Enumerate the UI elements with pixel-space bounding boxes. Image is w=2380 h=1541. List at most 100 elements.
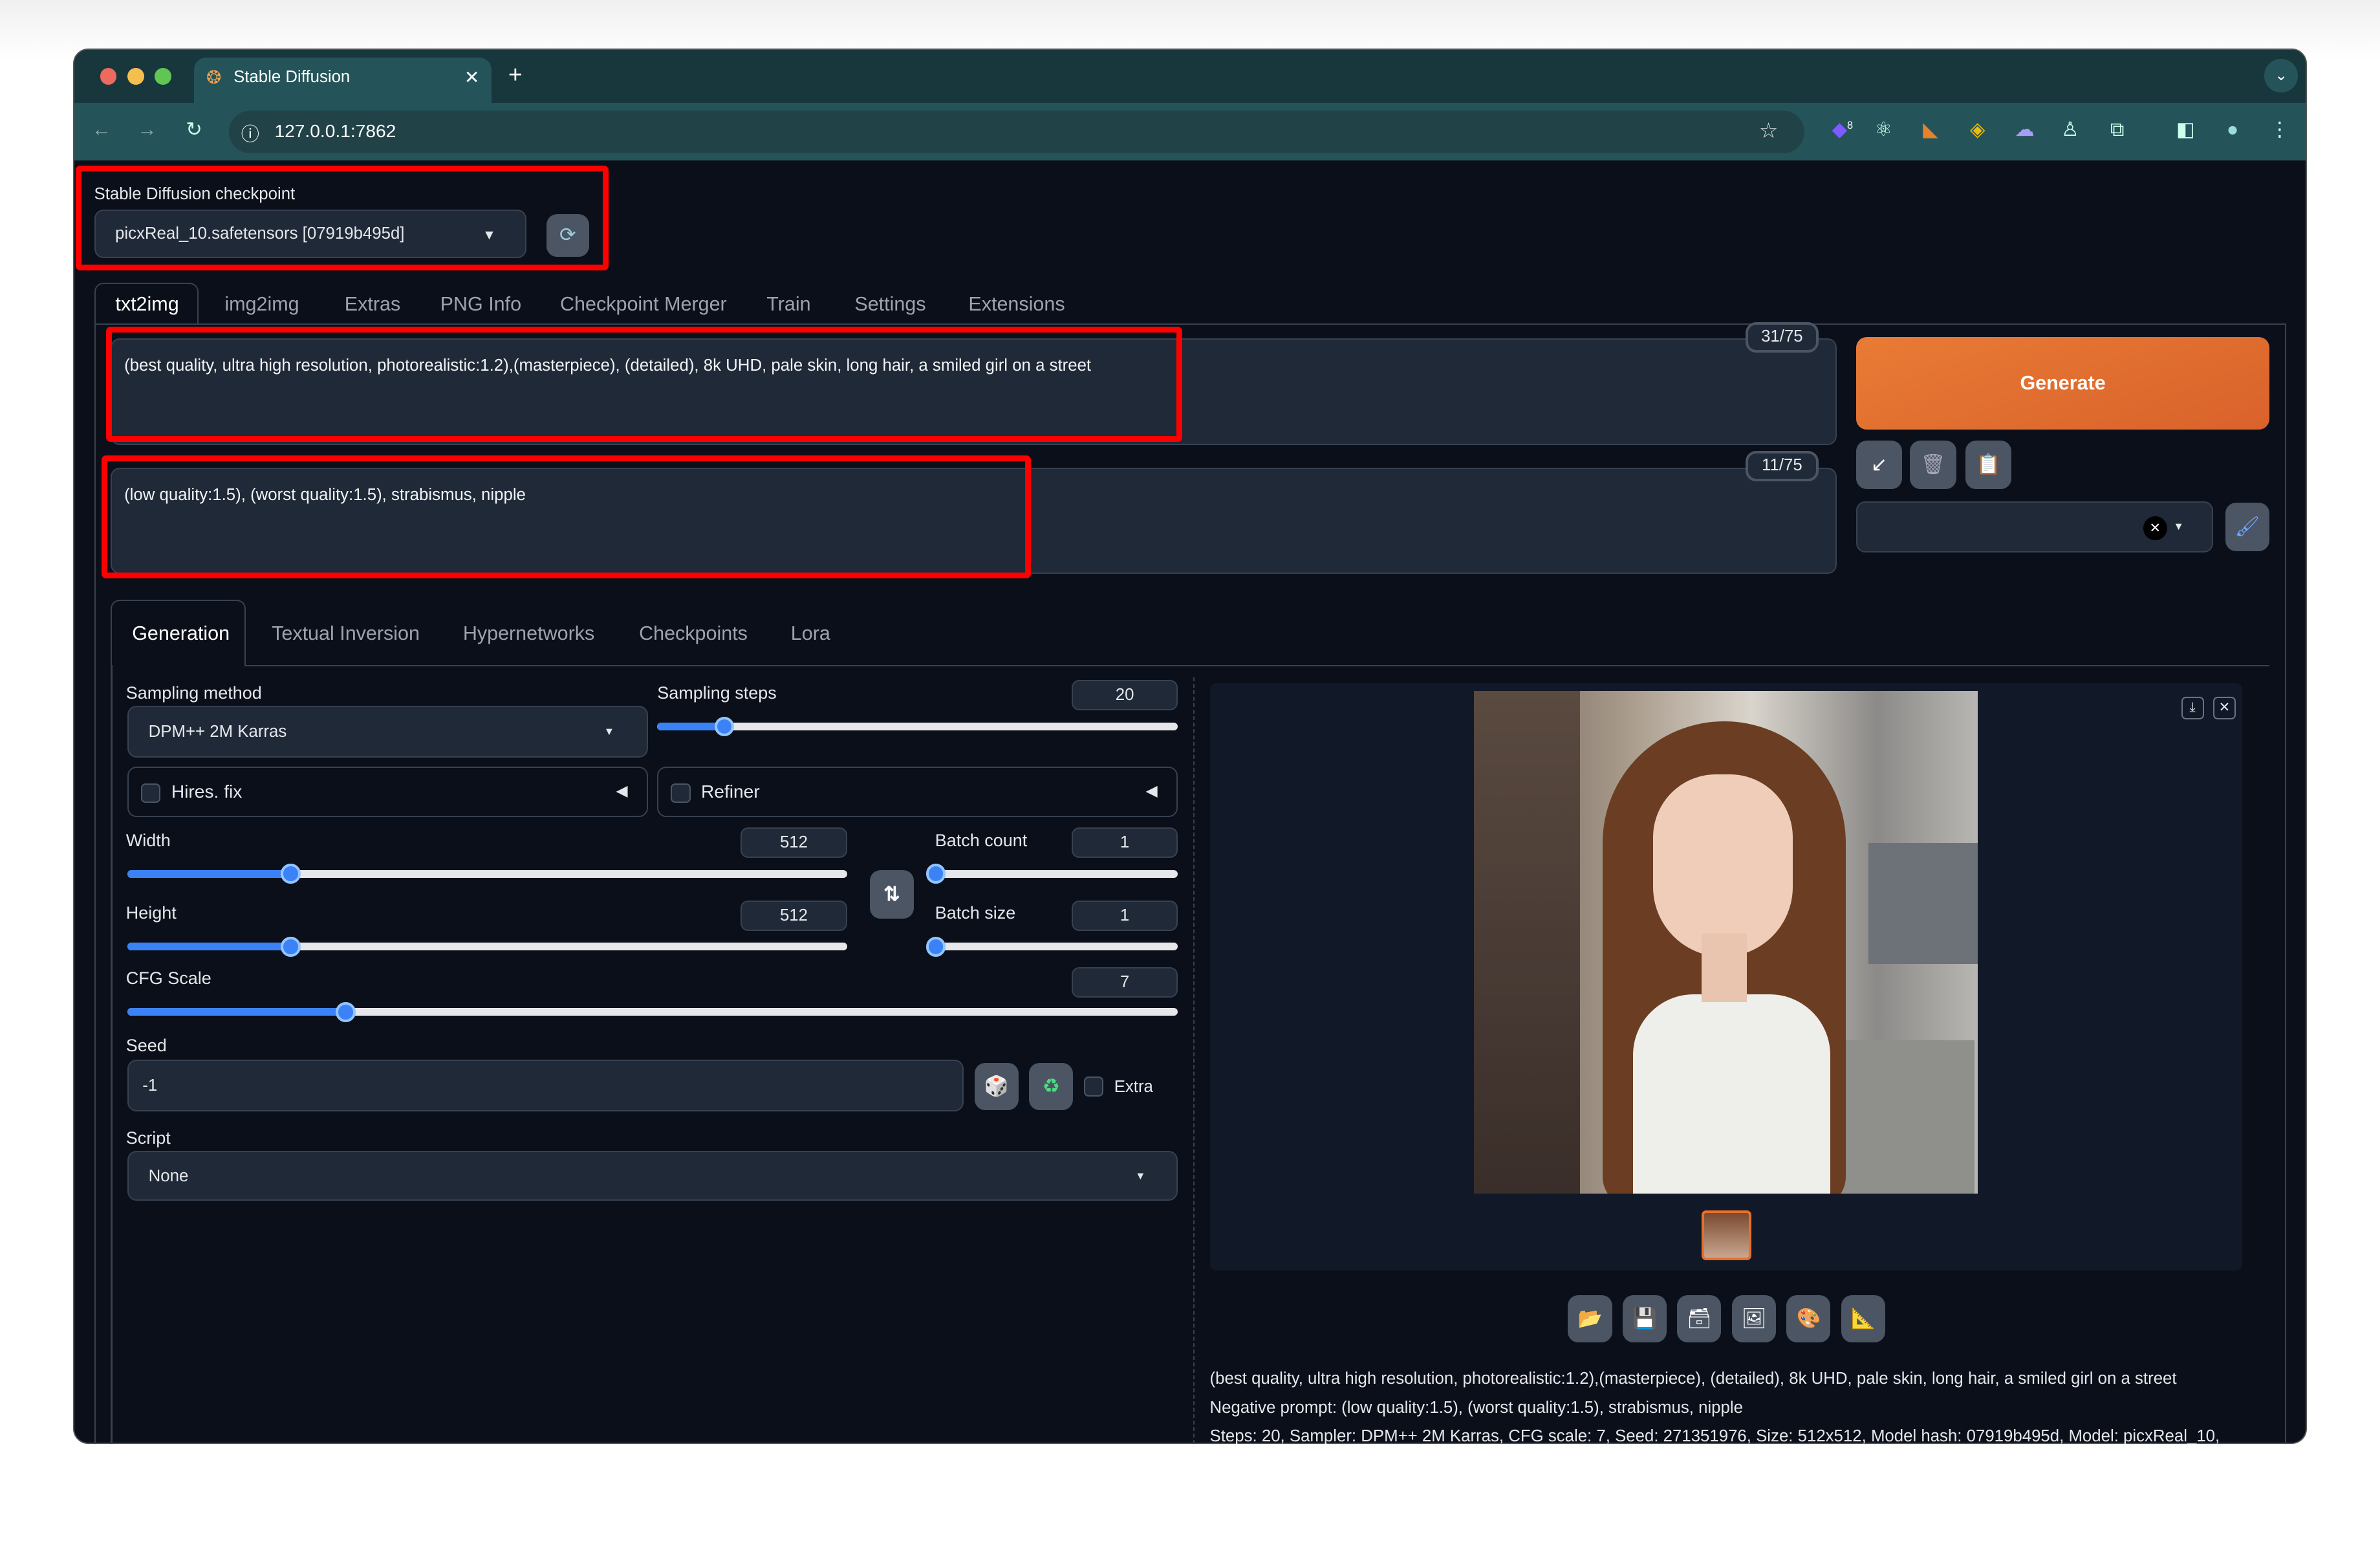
url-text: 127.0.0.1:7862: [274, 121, 396, 142]
clear-styles-icon[interactable]: ✕: [2143, 516, 2168, 541]
close-window-button[interactable]: [100, 68, 117, 85]
save-button[interactable]: 💾: [1622, 1295, 1667, 1342]
slider-thumb[interactable]: [281, 937, 301, 957]
tab-png-info[interactable]: PNG Info: [440, 293, 521, 316]
browser-menu-icon[interactable]: ⋮: [2266, 118, 2293, 141]
send-to-img2img-button[interactable]: 🖼: [1731, 1295, 1776, 1342]
slider-thumb[interactable]: [281, 864, 301, 884]
cfg-scale-label: CFG Scale: [125, 968, 211, 989]
site-info-icon[interactable]: ⓘ: [241, 120, 259, 146]
dice-icon: 🎲: [984, 1075, 1009, 1097]
slider-thumb[interactable]: [925, 864, 946, 884]
divider: [246, 664, 2269, 667]
floppy-disk-icon: 💾: [1632, 1307, 1657, 1329]
refiner-accordion[interactable]: Refiner ◀: [657, 767, 1178, 817]
forward-icon[interactable]: →: [133, 118, 160, 141]
browser-tab[interactable]: ❂ Stable Diffusion ✕: [194, 57, 492, 104]
address-bar[interactable]: ⓘ 127.0.0.1:7862 ☆: [229, 110, 1805, 153]
extension-person-icon[interactable]: ♙: [2057, 118, 2084, 141]
batch-count-input[interactable]: 1: [1071, 827, 1178, 858]
ghost-extension-icon[interactable]: ☁: [2011, 118, 2038, 141]
generate-button[interactable]: Generate: [1856, 337, 2269, 430]
tab-settings[interactable]: Settings: [854, 293, 925, 316]
sampling-method-value: DPM++ 2M Karras: [148, 722, 287, 741]
styles-dropdown[interactable]: ✕ ▼: [1856, 501, 2213, 553]
random-seed-button[interactable]: 🎲: [974, 1062, 1019, 1110]
reload-icon[interactable]: ↻: [180, 118, 208, 141]
checkpoint-label: Stable Diffusion checkpoint: [94, 185, 296, 204]
subtab-checkpoints[interactable]: Checkpoints: [639, 622, 748, 645]
close-preview-icon[interactable]: ✕: [2212, 697, 2236, 720]
edit-styles-button[interactable]: 🖌: [2225, 502, 2269, 551]
refiner-checkbox[interactable]: [671, 783, 691, 803]
new-tab-icon[interactable]: +: [508, 61, 523, 89]
hires-fix-checkbox[interactable]: [140, 783, 161, 803]
zip-button[interactable]: 🗃: [1677, 1295, 1722, 1342]
chevron-down-icon: ▼: [482, 227, 496, 243]
generated-image[interactable]: [1473, 690, 1978, 1194]
tab-img2img[interactable]: img2img: [224, 293, 299, 316]
gallery-thumbnail[interactable]: [1701, 1210, 1752, 1260]
palette-icon: 🎨: [1796, 1307, 1821, 1329]
apply-style-button[interactable]: 📋: [1965, 440, 2011, 489]
width-slider[interactable]: [127, 864, 847, 884]
subtab-hypernetworks[interactable]: Hypernetworks: [463, 622, 594, 645]
extension-atom-icon[interactable]: ⚛: [1870, 118, 1897, 141]
send-to-extras-button[interactable]: 📐: [1841, 1295, 1885, 1342]
sampling-steps-slider[interactable]: [657, 716, 1178, 737]
script-dropdown[interactable]: None ▼: [127, 1151, 1178, 1201]
refresh-checkpoint-button[interactable]: ⟳: [546, 213, 589, 257]
slider-thumb[interactable]: [925, 937, 946, 957]
download-icon[interactable]: ⤓: [2181, 697, 2204, 720]
swap-arrows-icon: ⇅: [883, 882, 900, 905]
extension-badge-icon[interactable]: ◆8: [1829, 118, 1856, 141]
height-input[interactable]: 512: [741, 900, 847, 931]
tab-txt2img[interactable]: txt2img: [115, 293, 178, 316]
divider: [111, 664, 113, 1444]
sampling-method-dropdown[interactable]: DPM++ 2M Karras ▼: [127, 706, 649, 758]
minimize-window-button[interactable]: [127, 68, 144, 85]
tab-extensions[interactable]: Extensions: [968, 293, 1065, 316]
checkpoint-dropdown[interactable]: picxReal_10.safetensors [07919b495d] ▼: [94, 209, 527, 258]
close-tab-icon[interactable]: ✕: [464, 67, 480, 88]
output-negative-prompt-text: Negative prompt: (low quality:1.5), (wor…: [1209, 1398, 1743, 1417]
batch-size-input[interactable]: 1: [1071, 900, 1178, 931]
reuse-seed-button[interactable]: ♻: [1029, 1062, 1074, 1110]
chevron-down-icon: ▼: [2173, 520, 2184, 532]
extensions-puzzle-icon[interactable]: ⧉: [2104, 118, 2131, 142]
sampling-steps-input[interactable]: 20: [1071, 680, 1178, 711]
batch-count-slider[interactable]: [925, 864, 1178, 884]
seed-input[interactable]: -1: [127, 1060, 964, 1111]
profile-avatar-icon[interactable]: ●: [2219, 118, 2246, 141]
batch-size-slider[interactable]: [925, 937, 1178, 957]
height-slider[interactable]: [127, 937, 847, 957]
subtab-generation[interactable]: Generation: [132, 622, 230, 645]
seed-label: Seed: [125, 1035, 167, 1055]
bookmark-star-icon[interactable]: ☆: [1759, 118, 1778, 143]
send-to-inpaint-button[interactable]: 🎨: [1786, 1295, 1831, 1342]
cfg-scale-input[interactable]: 7: [1071, 967, 1178, 998]
hires-fix-accordion[interactable]: Hires. fix ◀: [127, 767, 649, 817]
open-folder-button[interactable]: 📂: [1568, 1295, 1612, 1342]
clear-prompt-button[interactable]: 🗑: [1909, 440, 1957, 489]
subtab-textual-inversion[interactable]: Textual Inversion: [272, 622, 420, 645]
read-generation-params-button[interactable]: ↙: [1856, 440, 1902, 489]
extra-seed-checkbox[interactable]: [1083, 1077, 1104, 1097]
binance-wallet-icon[interactable]: ◈: [1964, 118, 1991, 141]
tab-title: Stable Diffusion: [233, 68, 351, 87]
width-input[interactable]: 512: [741, 827, 847, 858]
tab-search-chevron-icon[interactable]: ⌄: [2264, 59, 2298, 93]
batch-size-label: Batch size: [935, 903, 1016, 923]
cfg-scale-slider[interactable]: [127, 1002, 1178, 1022]
maximize-window-button[interactable]: [155, 68, 171, 85]
collapse-triangle-icon: ◀: [616, 782, 628, 800]
side-panel-icon[interactable]: ◧: [2172, 118, 2199, 141]
tab-extras[interactable]: Extras: [345, 293, 400, 316]
tab-train[interactable]: Train: [766, 293, 810, 316]
back-icon[interactable]: ←: [88, 118, 115, 141]
tab-checkpoint-merger[interactable]: Checkpoint Merger: [560, 293, 727, 316]
subtab-lora[interactable]: Lora: [791, 622, 830, 645]
metamask-fox-icon[interactable]: ◣: [1917, 118, 1944, 141]
slider-thumb[interactable]: [336, 1002, 356, 1022]
swap-dimensions-button[interactable]: ⇅: [869, 869, 914, 919]
